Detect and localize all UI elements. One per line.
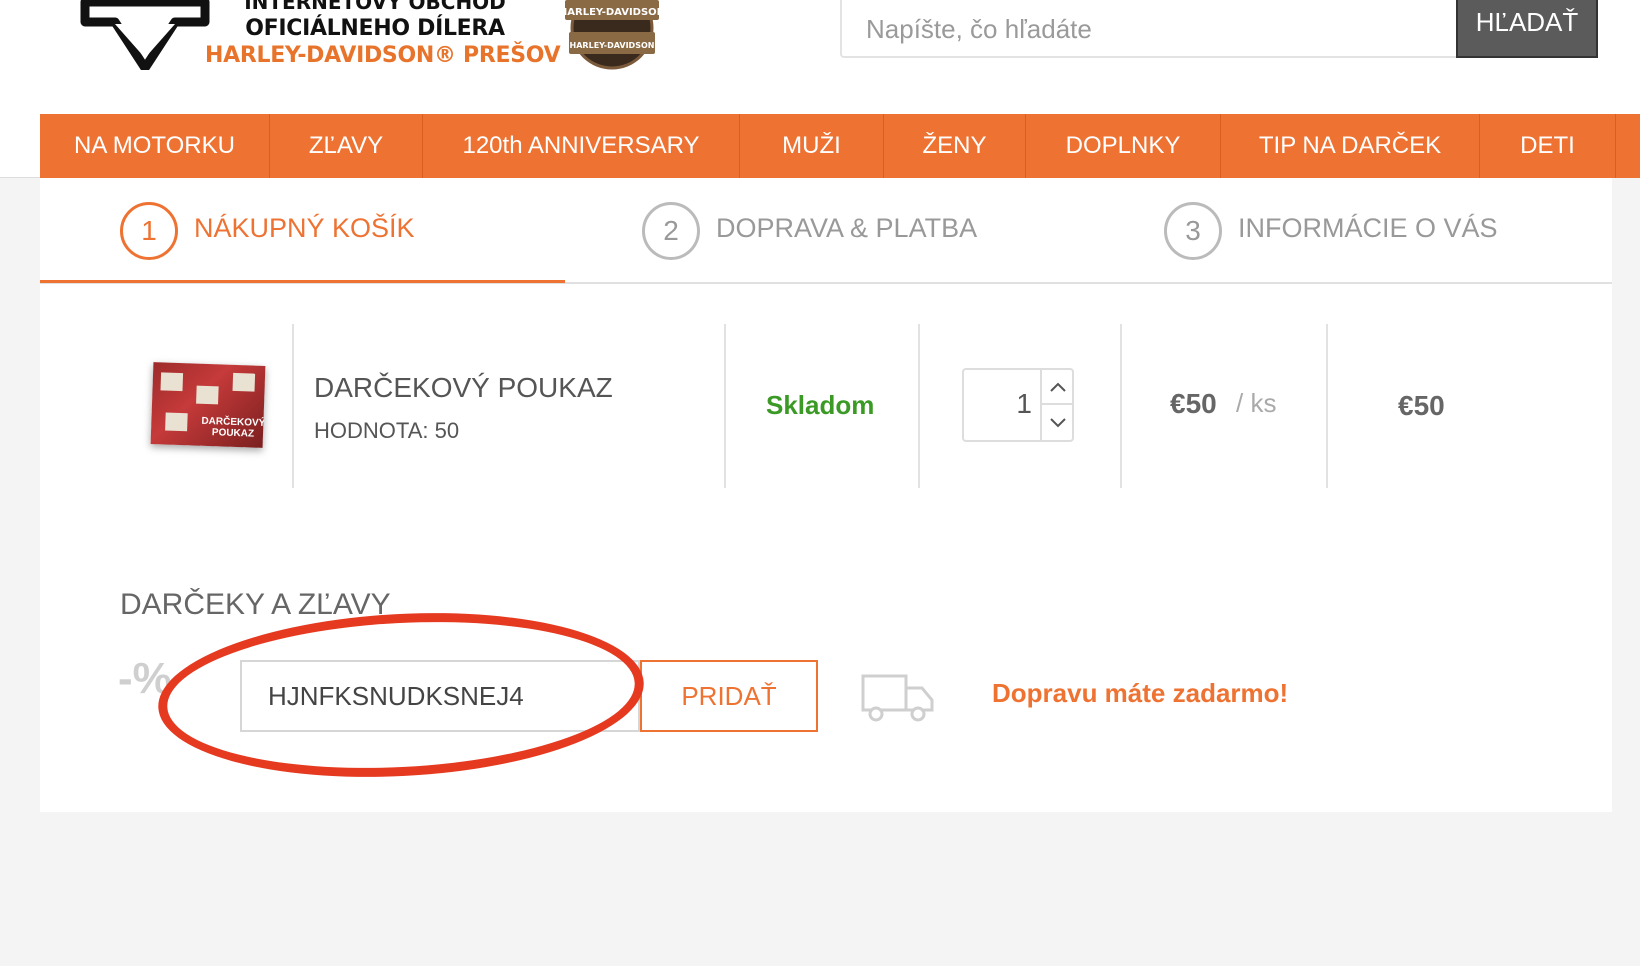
logo-line-brand: HARLEY-DAVIDSON® PREŠOV [205, 43, 561, 68]
price-unit: / ks [1236, 388, 1277, 418]
column-divider [1120, 324, 1122, 488]
nav-item-tip-na-darcek[interactable]: TIP NA DARČEK [1221, 114, 1480, 178]
step-label: DOPRAVA & PLATBA [716, 212, 978, 243]
column-divider [918, 324, 920, 488]
discount-code-input[interactable] [242, 662, 638, 730]
quantity-input[interactable]: 1 [964, 388, 1040, 420]
gift-box-image [196, 385, 219, 405]
step-number: 2 [642, 202, 700, 260]
quantity-decrease-button[interactable] [1042, 405, 1074, 440]
product-variant: HODNOTA: 50 [314, 418, 460, 443]
column-divider [724, 324, 726, 488]
logo-line-dealer: OFICIÁLNEHO DÍLERA [245, 16, 505, 41]
step-label: INFORMÁCIE O VÁS [1238, 212, 1498, 243]
line-total: €50 [1398, 390, 1445, 421]
search-input[interactable] [866, 14, 1366, 45]
product-name[interactable]: DARČEKOVÝ POUKAZ [314, 372, 613, 404]
step-number: 1 [120, 202, 178, 260]
free-shipping-notice: Dopravu máte zadarmo! [992, 678, 1289, 708]
nav-item-doplnky[interactable]: DOPLNKY [1026, 114, 1221, 178]
thumbnail-caption: DARČEKOVÝ POUKAZ [201, 415, 266, 440]
svg-text:HARLEY-DAVIDSON: HARLEY-DAVIDSON [559, 7, 665, 18]
discounts-heading: DARČEKY A ZĽAVY [120, 588, 391, 621]
dealer-logo-text[interactable]: INTERNETOVÝ OBCHOD OFICIÁLNEHO DÍLERA HA… [205, 0, 561, 70]
nav-item-anniversary[interactable]: 120th ANNIVERSARY [423, 114, 740, 178]
svg-text:HARLEY-DAVIDSON: HARLEY-DAVIDSON [570, 41, 655, 50]
step-label: NÁKUPNÝ KOŠÍK [194, 212, 415, 243]
nav-item-na-motorku[interactable]: NA MOTORKU [40, 114, 270, 178]
gift-box-image [232, 372, 256, 392]
step-number: 3 [1164, 202, 1222, 260]
unit-price: €50 [1170, 388, 1217, 419]
step-shipping-payment[interactable]: 2 DOPRAVA & PLATBA [642, 202, 977, 260]
search-button[interactable]: HĽADAŤ [1456, 0, 1598, 58]
active-step-underline [40, 280, 565, 283]
quantity-spinner [1040, 370, 1074, 440]
chevron-up-icon [1050, 382, 1066, 392]
gift-box-image [165, 412, 188, 432]
nav-item-deti[interactable]: DETI [1480, 114, 1616, 178]
main-navigation: NA MOTORKU ZĽAVY 120th ANNIVERSARY MUŽI … [40, 114, 1640, 178]
apply-discount-button[interactable]: PRIDAŤ [640, 660, 818, 732]
gift-box-image [160, 372, 184, 392]
quantity-increase-button[interactable] [1042, 370, 1074, 405]
quantity-stepper: 1 [962, 368, 1074, 442]
cart-item-row: DARČEKOVÝ POUKAZ DARČEKOVÝ POUKAZ HODNOT… [40, 324, 1612, 488]
checkout-steps: 1 NÁKUPNÝ KOŠÍK 2 DOPRAVA & PLATBA 3 INF… [40, 178, 1612, 284]
nav-item-muzi[interactable]: MUŽI [740, 114, 884, 178]
harley-shield-logo-icon[interactable] [80, 0, 210, 70]
step-cart[interactable]: 1 NÁKUPNÝ KOŠÍK [120, 202, 415, 260]
chevron-down-icon [1050, 417, 1066, 427]
logo-line-top: INTERNETOVÝ OBCHOD [205, 0, 545, 10]
nav-item-zeny[interactable]: ŽENY [884, 114, 1026, 178]
truck-icon [861, 674, 934, 722]
product-thumbnail[interactable]: DARČEKOVÝ POUKAZ [150, 362, 266, 448]
step-customer-info[interactable]: 3 INFORMÁCIE O VÁS [1164, 202, 1498, 260]
percent-icon: -% [118, 654, 172, 703]
column-divider [292, 324, 294, 488]
discount-code-field [240, 660, 640, 732]
cart-panel: 1 NÁKUPNÝ KOŠÍK 2 DOPRAVA & PLATBA 3 INF… [40, 178, 1612, 812]
column-divider [1326, 324, 1328, 488]
nav-item-zlavy[interactable]: ZĽAVY [270, 114, 423, 178]
presov-badge-logo-icon[interactable]: HARLEY-DAVIDSON HARLEY-DAVIDSON [553, 0, 671, 74]
stock-status: Skladom [766, 390, 875, 420]
